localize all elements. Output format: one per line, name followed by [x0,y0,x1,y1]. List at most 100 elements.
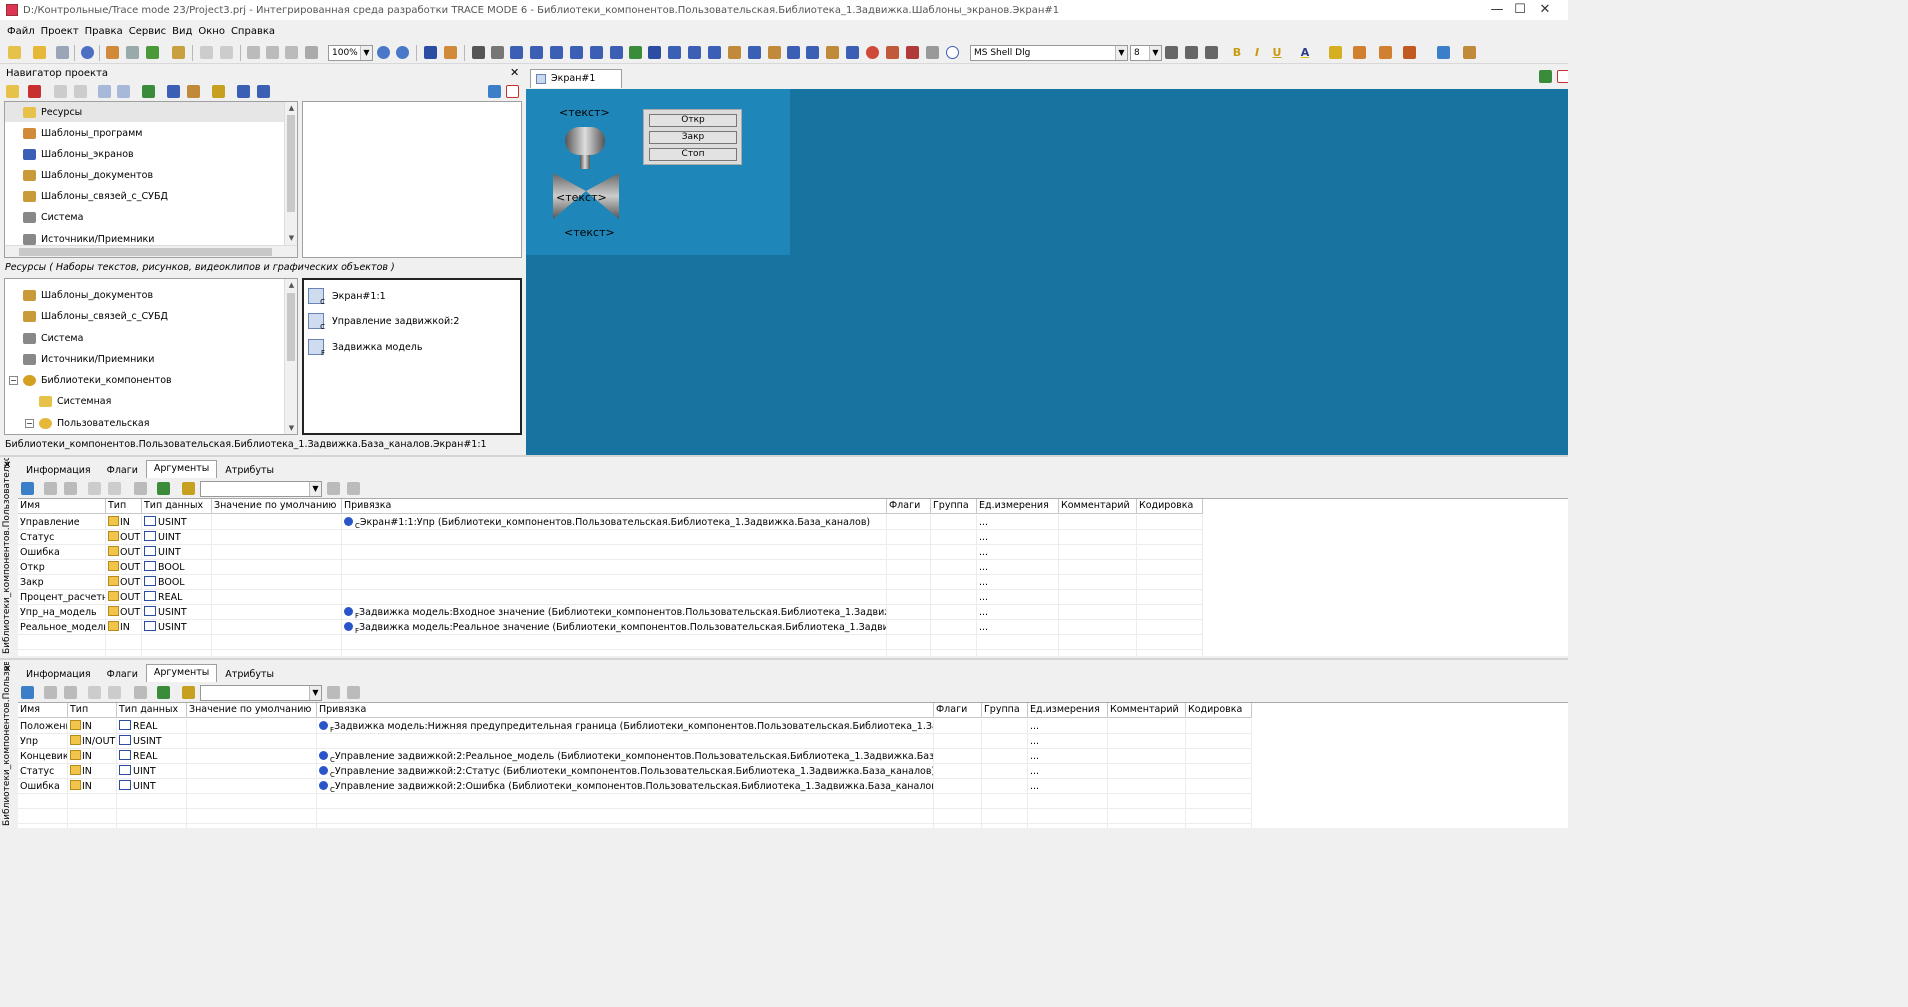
table-cell[interactable] [1186,794,1252,809]
copy-icon[interactable] [98,85,111,98]
text-label-mid[interactable]: <текст> [556,191,607,204]
find-icon[interactable] [182,686,195,699]
arg-datatype[interactable]: UINT [142,545,212,560]
arg-binding[interactable] [342,560,887,575]
arg-binding[interactable] [342,545,887,560]
table-cell[interactable] [1137,650,1203,656]
tree-item-program-templates[interactable]: Шаблоны_программ [5,123,142,143]
arg-name[interactable]: Концевики [18,749,68,764]
italic-button[interactable]: I [1249,45,1265,61]
arg-default[interactable] [212,560,342,575]
column-header[interactable]: Группа [982,703,1028,718]
filter-icon[interactable] [327,482,340,495]
arg-type[interactable]: IN [106,515,142,530]
table-cell[interactable] [1137,530,1203,545]
tree-item-user-library[interactable]: − Пользовательская [5,413,149,433]
table-cell[interactable] [68,794,117,809]
column-header[interactable]: Значение по умолчанию [212,499,342,514]
shape-icon[interactable] [748,46,761,59]
scroll-thumb[interactable] [287,293,295,361]
text-label-bottom[interactable]: <текст> [564,226,615,239]
stop-button[interactable]: Стоп [649,148,737,161]
tree-item-db-templates[interactable]: Шаблоны_связей_с_СУБД [5,306,168,326]
tree-item-component-libraries[interactable]: − Библиотеки_компонентов [5,370,172,390]
table-cell[interactable] [1108,764,1186,779]
arg-datatype[interactable]: UINT [117,764,187,779]
arg-unit[interactable]: ... [1028,719,1108,734]
arg-type[interactable]: IN [68,749,117,764]
menu-file[interactable]: Файл [4,26,38,37]
arg-binding[interactable]: FЗадвижка модель:Входное значение (Библи… [342,605,887,620]
table-cell[interactable] [982,779,1028,794]
table-cell[interactable] [934,719,982,734]
arg-unit[interactable]: ... [977,515,1059,530]
rectangle-icon[interactable] [590,46,603,59]
arg-unit[interactable]: ... [1028,779,1108,794]
table-cell[interactable] [931,620,977,635]
pointer-icon[interactable] [472,46,485,59]
polyline-icon[interactable] [570,46,583,59]
insert-icon[interactable] [44,482,57,495]
arg-unit[interactable]: ... [977,530,1059,545]
table-cell[interactable] [1028,809,1108,824]
arg-name[interactable]: Статус [18,530,106,545]
arg-default[interactable] [212,575,342,590]
align-center-icon[interactable] [1185,46,1198,59]
menu-view[interactable]: Вид [169,26,195,37]
tab-flags[interactable]: Флаги [99,462,146,478]
bind-icon[interactable] [157,482,170,495]
redo-icon[interactable] [108,482,121,495]
open-button[interactable]: Откр [649,114,737,127]
screen-canvas[interactable]: <текст> <текст> <текст> Откр Закр Стоп [526,89,1568,455]
table-cell[interactable] [117,809,187,824]
text-label-top[interactable]: <текст> [559,106,610,119]
fill-icon[interactable] [1379,46,1392,59]
table-cell[interactable] [887,635,931,650]
table-cell[interactable] [887,515,931,530]
table-cell[interactable] [117,794,187,809]
table-cell[interactable] [1108,794,1186,809]
table-cell[interactable] [1186,734,1252,749]
zoom-out-icon[interactable] [396,46,409,59]
filter-icon[interactable] [327,686,340,699]
arg-name[interactable]: Ошибка [18,779,68,794]
copy-icon[interactable] [266,46,279,59]
border-icon[interactable] [1403,46,1416,59]
tab-info[interactable]: Информация [18,462,99,478]
remove-icon[interactable] [64,686,77,699]
run-icon[interactable] [106,46,119,59]
font-size-select[interactable]: 8 ▼ [1130,45,1162,61]
table-cell[interactable] [931,560,977,575]
shape-icon[interactable] [846,46,859,59]
table-cell[interactable] [1137,515,1203,530]
column-header[interactable]: Ед.измерения [1028,703,1108,718]
table-cell[interactable] [931,575,977,590]
table-cell[interactable] [1059,515,1137,530]
component-item[interactable]: F Задвижка модель [308,337,422,357]
text-color-button[interactable]: A [1297,45,1313,61]
shape-icon[interactable] [826,46,839,59]
arg-default[interactable] [212,605,342,620]
tree-item-db-templates[interactable]: Шаблоны_связей_с_СУБД [5,186,168,206]
arg-default[interactable] [212,590,342,605]
table-cell[interactable] [212,635,342,650]
arg-default[interactable] [212,530,342,545]
tree-item-system-library[interactable]: Системная [5,391,111,411]
scroll-up-icon[interactable]: ▲ [285,279,297,291]
line-color-icon[interactable] [1329,46,1342,59]
table-cell[interactable] [1186,764,1252,779]
chart-icon[interactable] [866,46,879,59]
component-item[interactable]: C Экран#1:1 [308,286,386,306]
column-header[interactable]: Имя [18,499,106,514]
arg-datatype[interactable]: UINT [142,530,212,545]
arg-type[interactable]: IN [106,620,142,635]
table-cell[interactable] [887,530,931,545]
table-cell[interactable] [1108,809,1186,824]
align-right-icon[interactable] [1205,46,1218,59]
arg-unit[interactable]: ... [977,545,1059,560]
bind-icon[interactable] [157,686,170,699]
arg-datatype[interactable]: USINT [142,515,212,530]
arg-name[interactable]: Статус [18,764,68,779]
arg-binding[interactable]: FЗадвижка модель:Нижняя предупредительна… [317,719,934,734]
shape-icon[interactable] [728,46,741,59]
